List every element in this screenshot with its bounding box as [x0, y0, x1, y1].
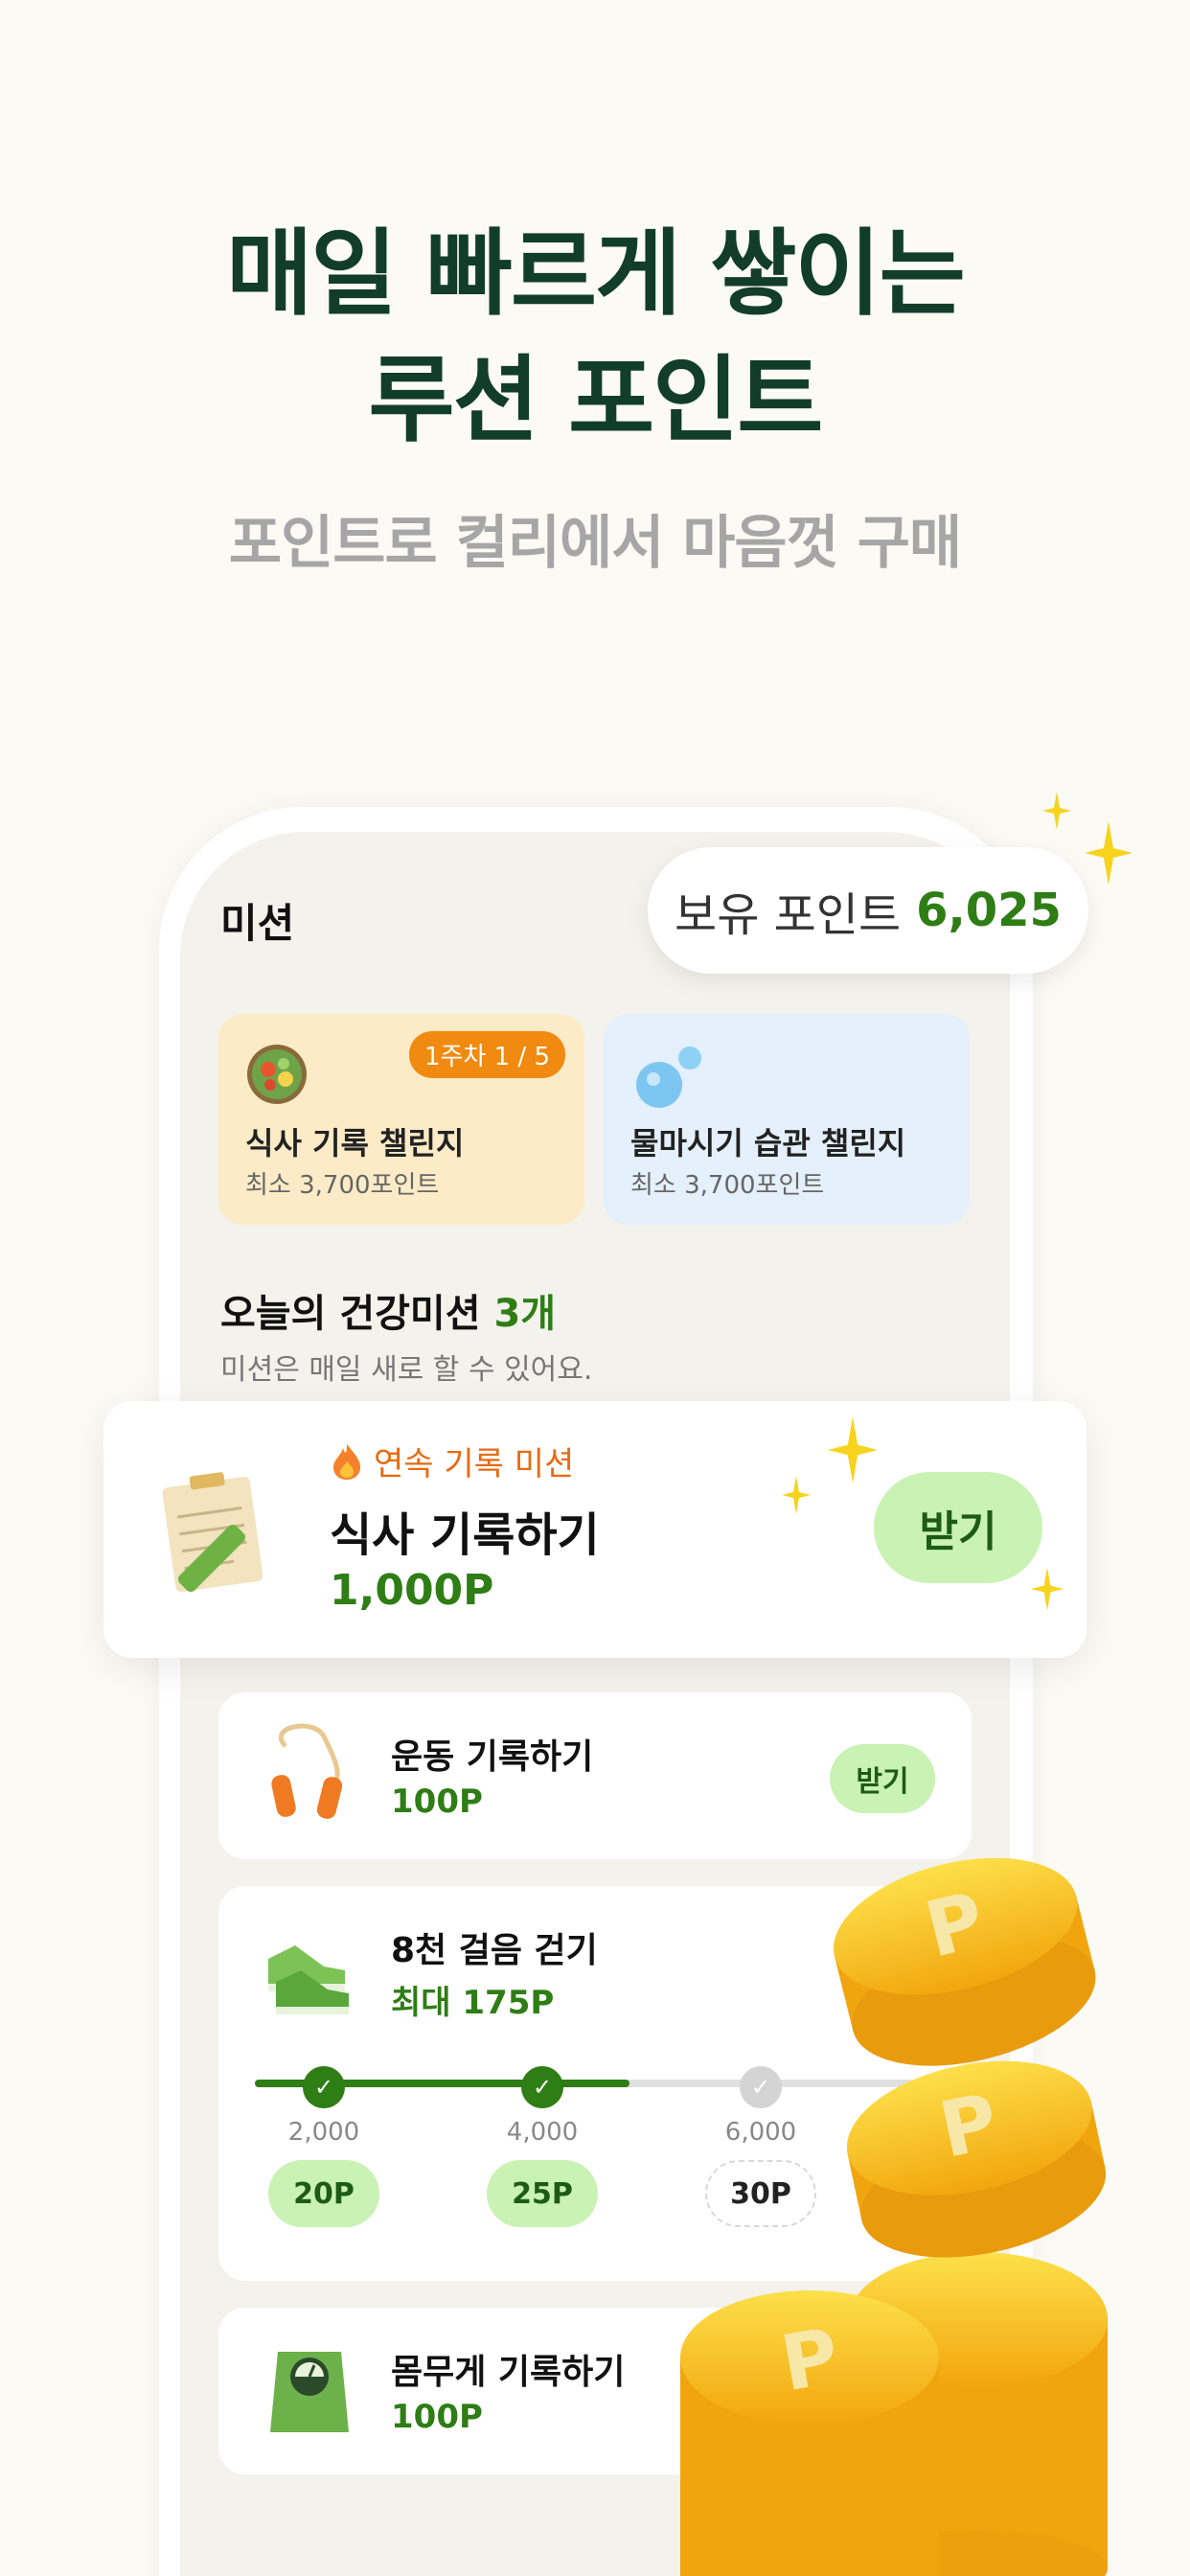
- today-missions-title: 오늘의 건강미션 3개: [220, 1282, 556, 1338]
- promo-subline: 포인트로 컬리에서 마음껏 구매: [228, 510, 962, 577]
- scale-icon: [270, 2352, 349, 2432]
- step-milestone-count: 4,000: [506, 2118, 579, 2147]
- sparkle-icon: [1085, 820, 1133, 886]
- challenge-week-badge: 1주차 1 / 5: [408, 1031, 565, 1078]
- points-balance: 보유 포인트 6,025: [648, 847, 1088, 974]
- hero-mission-title: 식사 기록하기: [330, 1508, 600, 1562]
- step-milestone-node: ✓: [521, 2066, 563, 2108]
- challenge-name: 물마시기 습관 챌린지: [630, 1125, 906, 1162]
- today-mission-count: 3개: [493, 1292, 557, 1336]
- water-bubbles-icon: [636, 1046, 701, 1108]
- challenge-card-water[interactable]: 물마시기 습관 챌린지 최소 3,700포인트: [604, 1014, 970, 1225]
- notepad-icon: [162, 1472, 263, 1593]
- streak-label: 연속 기록 미션: [330, 1438, 574, 1484]
- sneakers-icon: [268, 1945, 349, 2014]
- hero-mission-points: 1,000P: [330, 1566, 494, 1615]
- challenge-sub: 최소 3,700포인트: [245, 1171, 440, 1200]
- screen-title: 미션: [220, 900, 295, 947]
- today-missions-sub: 미션은 매일 새로 할 수 있어요.: [220, 1353, 593, 1387]
- task-points: 최대 175P: [391, 1984, 555, 2022]
- challenge-card-meal[interactable]: 1주차 1 / 5 식사 기록 챌린지 최소 3,700포인트: [218, 1014, 584, 1225]
- sparkle-icon: [1042, 792, 1071, 830]
- promo-headline: 매일 빠르게 쌓이는 루션 포인트: [0, 211, 1190, 464]
- task-title: 몸무게 기록하기: [391, 2353, 626, 2392]
- step-milestone-reward[interactable]: 20P: [268, 2160, 379, 2227]
- sparkle-icon: [1031, 1567, 1064, 1611]
- flame-icon: [333, 1443, 360, 1480]
- points-label: 보유 포인트: [675, 888, 902, 942]
- headline-line-1: 매일 빠르게 쌓이는: [226, 219, 966, 329]
- today-title-text: 오늘의 건강미션: [220, 1292, 481, 1336]
- step-milestone-node: ✓: [303, 2066, 345, 2108]
- hero-mission-card: 연속 기록 미션 식사 기록하기 1,000P 받기: [103, 1401, 1087, 1658]
- sparkle-icon: [782, 1476, 811, 1514]
- challenge-sub: 최소 3,700포인트: [630, 1171, 825, 1200]
- task-title: 8천 걸음 걷기: [391, 1931, 598, 1970]
- sparkle-icon: [828, 1416, 878, 1484]
- task-points: 100P: [391, 2398, 483, 2436]
- task-points: 100P: [391, 1782, 483, 1821]
- streak-text: 연속 기록 미션: [374, 1445, 575, 1484]
- step-milestone-count: 2,000: [287, 2118, 360, 2147]
- claim-button[interactable]: 받기: [874, 1472, 1042, 1583]
- salad-icon: [247, 1045, 307, 1104]
- step-milestone-reward[interactable]: 25P: [487, 2160, 598, 2227]
- coin-stack-icon: P P P: [680, 1857, 1108, 2576]
- points-value: 6,025: [916, 884, 1062, 937]
- headline-line-2: 루션 포인트: [368, 346, 824, 455]
- task-title: 운동 기록하기: [391, 1737, 594, 1777]
- claim-button-small[interactable]: 받기: [830, 1744, 935, 1813]
- challenge-name: 식사 기록 챌린지: [245, 1125, 465, 1162]
- jump-rope-icon: [271, 1723, 343, 1819]
